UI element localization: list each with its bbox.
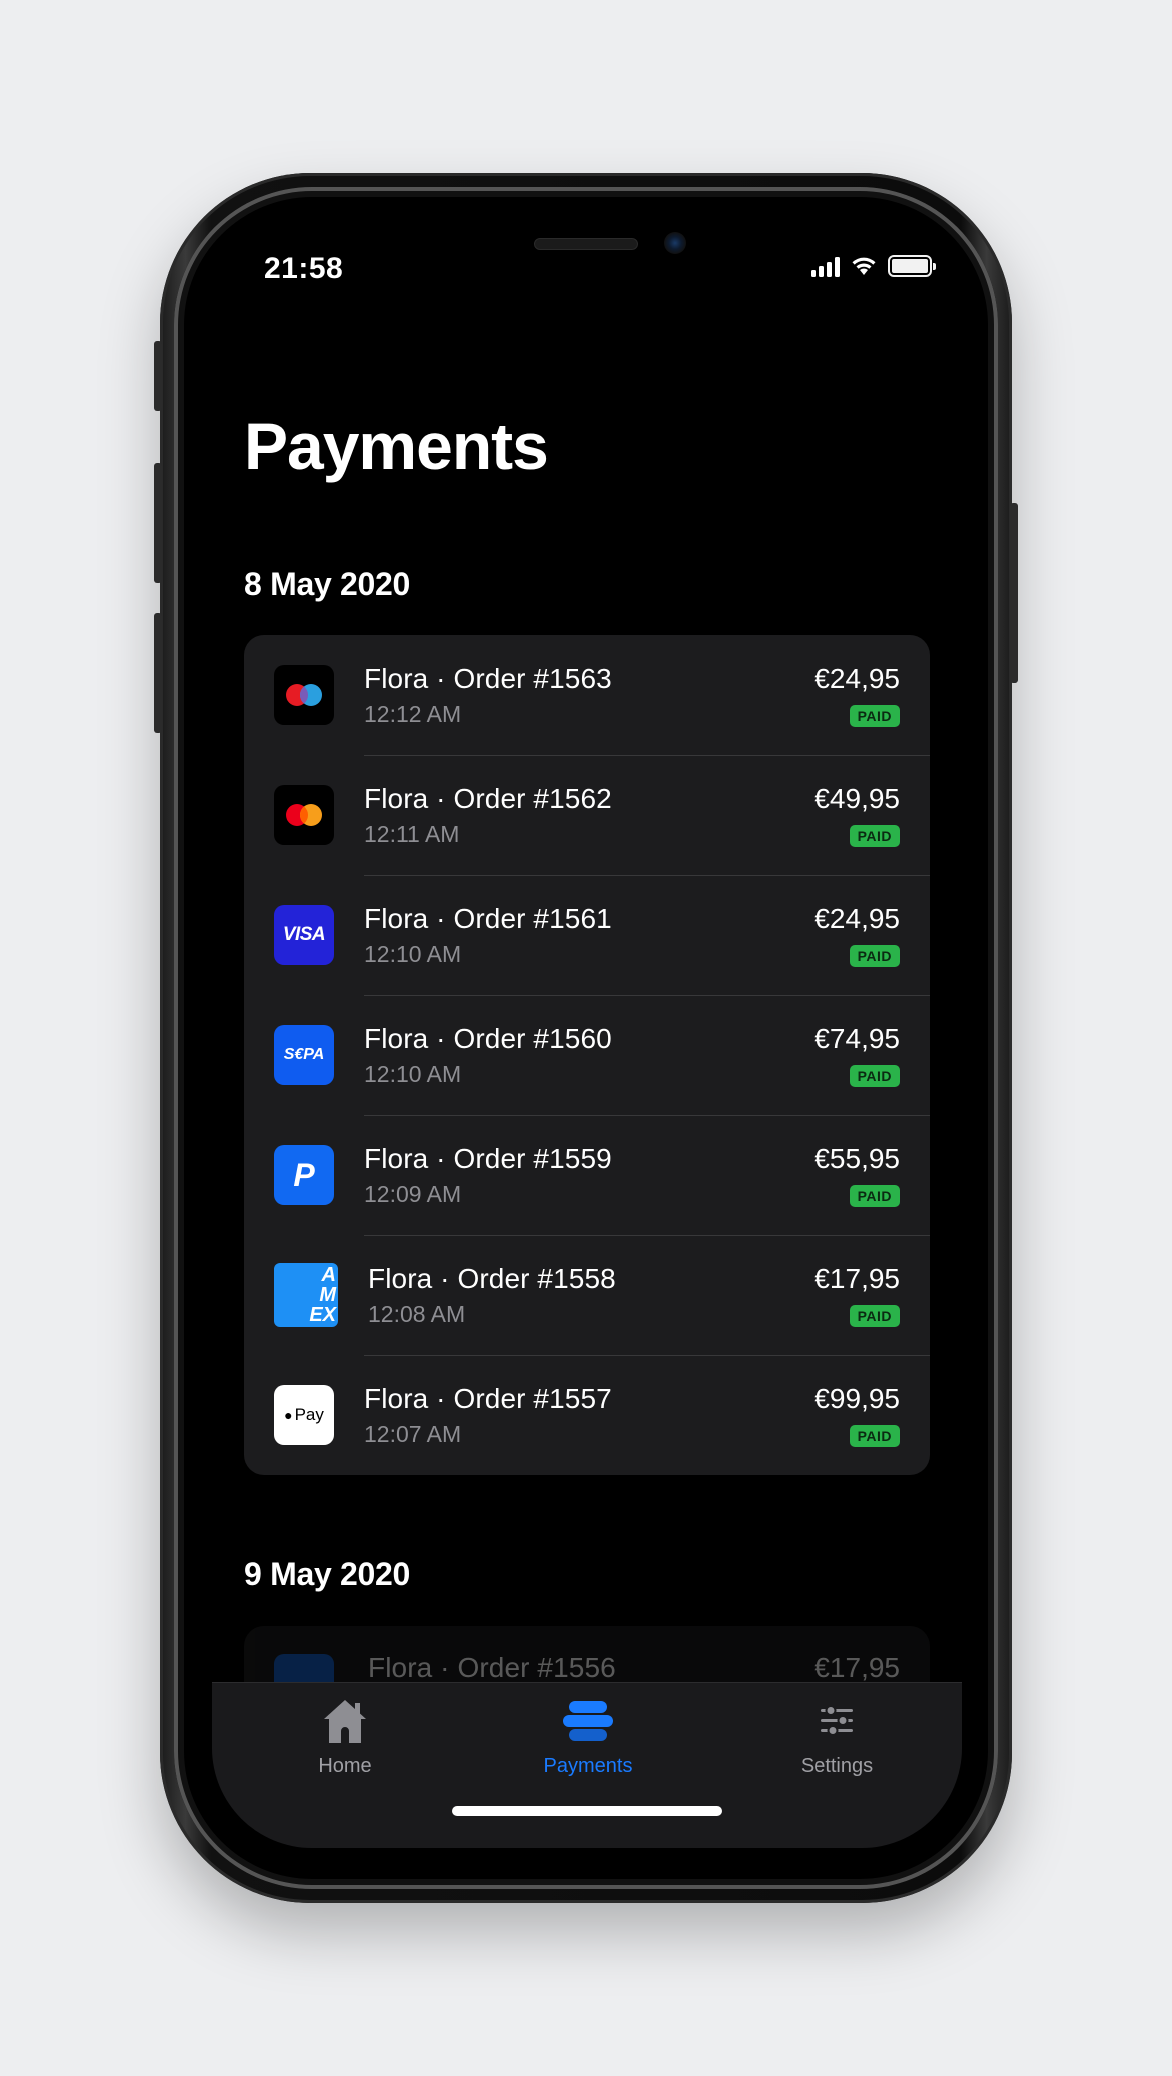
- tab-label: Home: [318, 1755, 372, 1777]
- status-badge: PAID: [849, 1065, 900, 1087]
- payment-time: 12:07 AM: [364, 1421, 462, 1447]
- status-badge: PAID: [849, 945, 900, 967]
- payment-time: 12:10 AM: [364, 1061, 462, 1087]
- apple-logo-glyph: ●: [284, 1407, 293, 1423]
- payment-title: Flora · Order #1558: [368, 1263, 616, 1294]
- payment-row[interactable]: Flora · Order #1562 12:11 AM €49,95 PAID: [244, 755, 930, 875]
- tab-home[interactable]: Home: [265, 1693, 425, 1778]
- payment-row[interactable]: AM EX Flora · Order #1558 12:08 AM €17,9…: [244, 1235, 930, 1355]
- tab-label: Settings: [800, 1755, 874, 1777]
- house-icon: [324, 1700, 366, 1743]
- payment-amount: €49,95: [814, 783, 900, 814]
- phone-screen: 21:58 Payments 8 May 2020 Flora · Order …: [212, 208, 962, 1848]
- volume-up-button: [154, 463, 162, 583]
- payment-time: 12:11 AM: [364, 821, 460, 847]
- payment-title: Flora · Order #1556: [368, 1652, 616, 1683]
- payment-title: Flora · Order #1563: [364, 663, 612, 694]
- status-icons: [811, 255, 936, 277]
- payment-row[interactable]: Flora · Order #1563 12:12 AM €24,95 PAID: [244, 635, 930, 755]
- payment-title: Flora · Order #1559: [364, 1143, 612, 1174]
- visa-logo-text: VISA: [282, 924, 326, 945]
- visa-icon: VISA: [274, 905, 334, 965]
- payment-amount: €17,95: [814, 1263, 900, 1294]
- status-badge: PAID: [849, 1185, 900, 1207]
- tab-payments[interactable]: Payments: [508, 1693, 668, 1778]
- apple-pay-icon: ● Pay: [274, 1385, 334, 1445]
- power-button: [1010, 503, 1018, 683]
- payment-amount: €17,95: [814, 1652, 900, 1683]
- maestro-icon: [274, 665, 334, 725]
- payment-time: 12:10 AM: [364, 941, 462, 967]
- mastercard-icon: [274, 785, 334, 845]
- payment-row[interactable]: VISA Flora · Order #1561 12:10 AM €24,95…: [244, 875, 930, 995]
- tab-label: Payments: [543, 1755, 633, 1777]
- payment-amount: €99,95: [814, 1383, 900, 1414]
- tab-bar: Home Payments Settings: [212, 1682, 962, 1848]
- payments-list: Flora · Order #1563 12:12 AM €24,95 PAID…: [244, 635, 930, 1475]
- speaker-grille: [534, 238, 638, 250]
- payment-title: Flora · Order #1560: [364, 1023, 612, 1054]
- front-camera: [664, 232, 686, 254]
- payment-amount: €24,95: [814, 663, 900, 694]
- cellular-signal-icon: [811, 255, 840, 277]
- status-badge: PAID: [849, 1425, 900, 1447]
- payment-time: 12:09 AM: [364, 1181, 462, 1207]
- payment-title: Flora · Order #1557: [364, 1383, 612, 1414]
- amex-logo-text: AM EX: [309, 1264, 336, 1326]
- sepa-icon: S€PA: [274, 1025, 334, 1085]
- page-title: Payments: [244, 409, 549, 483]
- payment-amount: €55,95: [814, 1143, 900, 1174]
- tab-settings[interactable]: Settings: [757, 1693, 917, 1778]
- status-time: 21:58: [264, 252, 344, 285]
- payment-amount: €24,95: [814, 903, 900, 934]
- volume-down-button: [154, 613, 162, 733]
- payment-amount: €74,95: [814, 1023, 900, 1054]
- paypal-logo-text: P: [293, 1156, 315, 1193]
- battery-icon: [888, 255, 936, 277]
- amex-icon: AM EX: [274, 1263, 338, 1327]
- payment-title: Flora · Order #1562: [364, 783, 612, 814]
- apple-pay-logo-text: Pay: [294, 1405, 324, 1424]
- status-badge: PAID: [849, 1305, 900, 1327]
- home-indicator[interactable]: [452, 1806, 722, 1816]
- sliders-icon: [821, 1705, 853, 1736]
- payment-row[interactable]: S€PA Flora · Order #1560 12:10 AM €74,95…: [244, 995, 930, 1115]
- payment-title: Flora · Order #1561: [364, 903, 612, 934]
- section-date: 8 May 2020: [244, 566, 411, 602]
- payments-icon: [563, 1701, 613, 1741]
- payment-row[interactable]: P Flora · Order #1559 12:09 AM €55,95 PA…: [244, 1115, 930, 1235]
- wifi-icon: [852, 257, 876, 275]
- status-badge: PAID: [849, 825, 900, 847]
- section-date: 9 May 2020: [244, 1556, 411, 1592]
- paypal-icon: P: [274, 1145, 334, 1205]
- sepa-logo-text: S€PA: [283, 1046, 325, 1063]
- payment-row[interactable]: ● Pay Flora · Order #1557 12:07 AM €99,9…: [244, 1355, 930, 1475]
- payment-time: 12:12 AM: [364, 701, 462, 727]
- status-badge: PAID: [849, 705, 900, 727]
- payment-time: 12:08 AM: [368, 1301, 466, 1327]
- side-button: [154, 341, 162, 411]
